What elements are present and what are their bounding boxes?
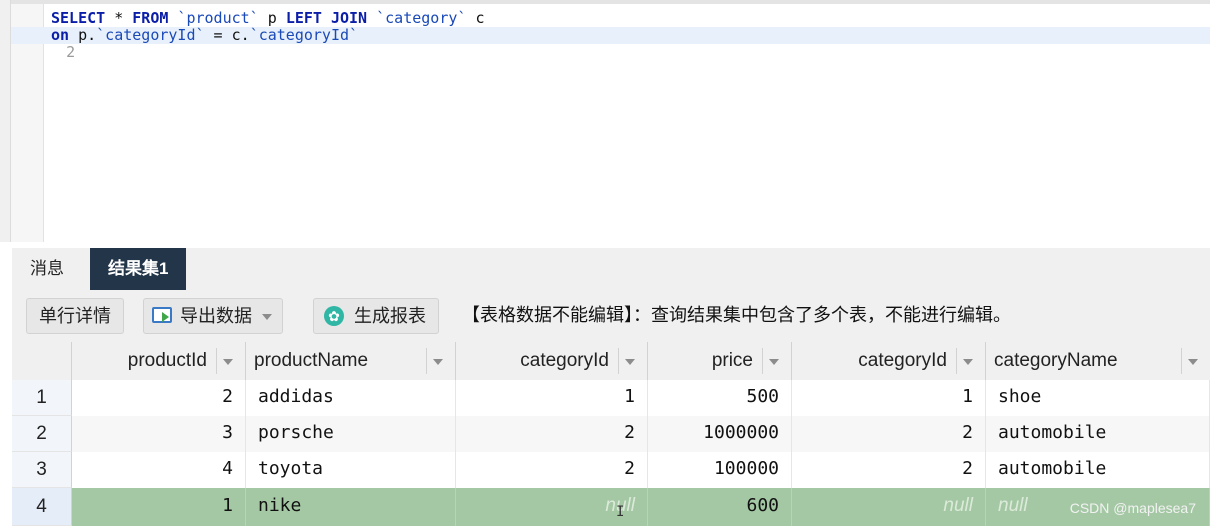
editor-top-border [0, 0, 1210, 4]
result-toolbar: 单行详情 导出数据 ✿ 生成报表 【表格数据不能编辑】：查询结果集中包含了多个表… [12, 290, 1210, 343]
report-icon: ✿ [324, 306, 344, 326]
watermark: CSDN @maplesea7 [1069, 500, 1196, 516]
code-line-1[interactable]: 1 SELECT * FROM `product` p LEFT JOIN `c… [11, 10, 1210, 44]
cell-categoryId[interactable]: 1 [456, 380, 648, 416]
code-line-2[interactable]: 2 on p.`categoryId` = c.`categoryId` [11, 27, 1210, 61]
tab-result-set-1[interactable]: 结果集1 [90, 248, 187, 290]
cell-productName[interactable]: porsche [246, 416, 456, 452]
row-number-header [12, 342, 72, 380]
row-number[interactable]: 2 [12, 416, 72, 452]
cell-categoryName[interactable]: shoe [986, 380, 1210, 416]
row-number[interactable]: 4 [12, 488, 72, 526]
row-number[interactable]: 3 [12, 452, 72, 488]
column-header-categoryName[interactable]: categoryName [986, 342, 1210, 380]
null-value: null [943, 495, 973, 516]
cell-price[interactable]: 500 [648, 380, 792, 416]
column-filter-icon[interactable] [426, 348, 449, 374]
generate-report-label: 生成报表 [354, 306, 426, 326]
column-filter-icon[interactable] [216, 348, 239, 374]
column-header-productName[interactable]: productName [246, 342, 456, 380]
code-text[interactable]: on p.`categoryId` = c.`categoryId` [51, 27, 358, 44]
cell-categoryId[interactable]: 2 [456, 416, 648, 452]
cell-productId[interactable]: 3 [72, 416, 246, 452]
column-header-label: categoryId [858, 350, 947, 371]
row-number[interactable]: 1 [12, 380, 72, 416]
cell-categoryId-2[interactable]: null [792, 488, 986, 526]
grid-header: productId productName categoryId price c… [12, 342, 1210, 381]
column-header-price[interactable]: price [648, 342, 792, 380]
export-data-button[interactable]: 导出数据 [143, 298, 283, 334]
table-row[interactable]: 3 4 toyota 2 100000 2 automobile [12, 452, 1210, 488]
code-text[interactable]: SELECT * FROM `product` p LEFT JOIN `cat… [51, 10, 485, 27]
column-header-label: categoryName [994, 350, 1118, 371]
cell-productId[interactable]: 4 [72, 452, 246, 488]
sql-editor[interactable]: 1 SELECT * FROM `product` p LEFT JOIN `c… [0, 0, 1210, 242]
column-filter-icon[interactable] [956, 348, 979, 374]
cell-price[interactable]: 600 [648, 488, 792, 526]
cell-productId[interactable]: 1 [72, 488, 246, 526]
single-row-detail-label: 单行详情 [39, 306, 111, 326]
column-header-label: price [711, 350, 753, 371]
cell-categoryName[interactable]: automobile [986, 452, 1210, 488]
cell-categoryId[interactable]: 2 [456, 452, 648, 488]
cell-categoryId-2[interactable]: 1 [792, 380, 986, 416]
table-row[interactable]: 1 2 addidas 1 500 1 shoe [12, 380, 1210, 416]
tab-messages[interactable]: 消息 [12, 248, 82, 290]
cell-categoryId-2[interactable]: 2 [792, 416, 986, 452]
table-row[interactable]: 2 3 porsche 2 1000000 2 automobile [12, 416, 1210, 452]
column-header-label: productName [254, 350, 369, 371]
column-filter-icon[interactable] [618, 348, 641, 374]
readonly-notice: 【表格数据不能编辑】：查询结果集中包含了多个表，不能进行编辑。 [462, 305, 1011, 325]
column-header-categoryId-2[interactable]: categoryId [792, 342, 986, 380]
cell-productName[interactable]: toyota [246, 452, 456, 488]
cell-categoryName[interactable]: automobile [986, 416, 1210, 452]
result-grid: productId productName categoryId price c… [12, 342, 1210, 526]
cell-productName[interactable]: addidas [246, 380, 456, 416]
result-tab-bar: 消息 结果集1 [12, 248, 1210, 290]
column-header-productId[interactable]: productId [72, 342, 246, 380]
editor-left-edge [0, 0, 11, 242]
column-filter-icon[interactable] [762, 348, 785, 374]
text-cursor-icon: I [616, 504, 625, 520]
column-header-categoryId[interactable]: categoryId [456, 342, 648, 380]
cell-price[interactable]: 100000 [648, 452, 792, 488]
chevron-down-icon[interactable] [262, 314, 272, 320]
single-row-detail-button[interactable]: 单行详情 [26, 298, 124, 334]
line-number: 2 [66, 43, 76, 61]
cell-productName[interactable]: nike [246, 488, 456, 526]
export-icon [152, 307, 172, 323]
cell-price[interactable]: 1000000 [648, 416, 792, 452]
column-header-label: productId [127, 350, 207, 371]
cell-productId[interactable]: 2 [72, 380, 246, 416]
export-data-label: 导出数据 [180, 306, 252, 326]
table-row-selected[interactable]: 4 1 nike null 600 null null [12, 488, 1210, 526]
cell-categoryId-2[interactable]: 2 [792, 452, 986, 488]
null-value: null [998, 495, 1028, 516]
column-filter-icon[interactable] [1181, 348, 1204, 374]
generate-report-button[interactable]: ✿ 生成报表 [313, 298, 439, 334]
column-header-label: categoryId [520, 350, 609, 371]
